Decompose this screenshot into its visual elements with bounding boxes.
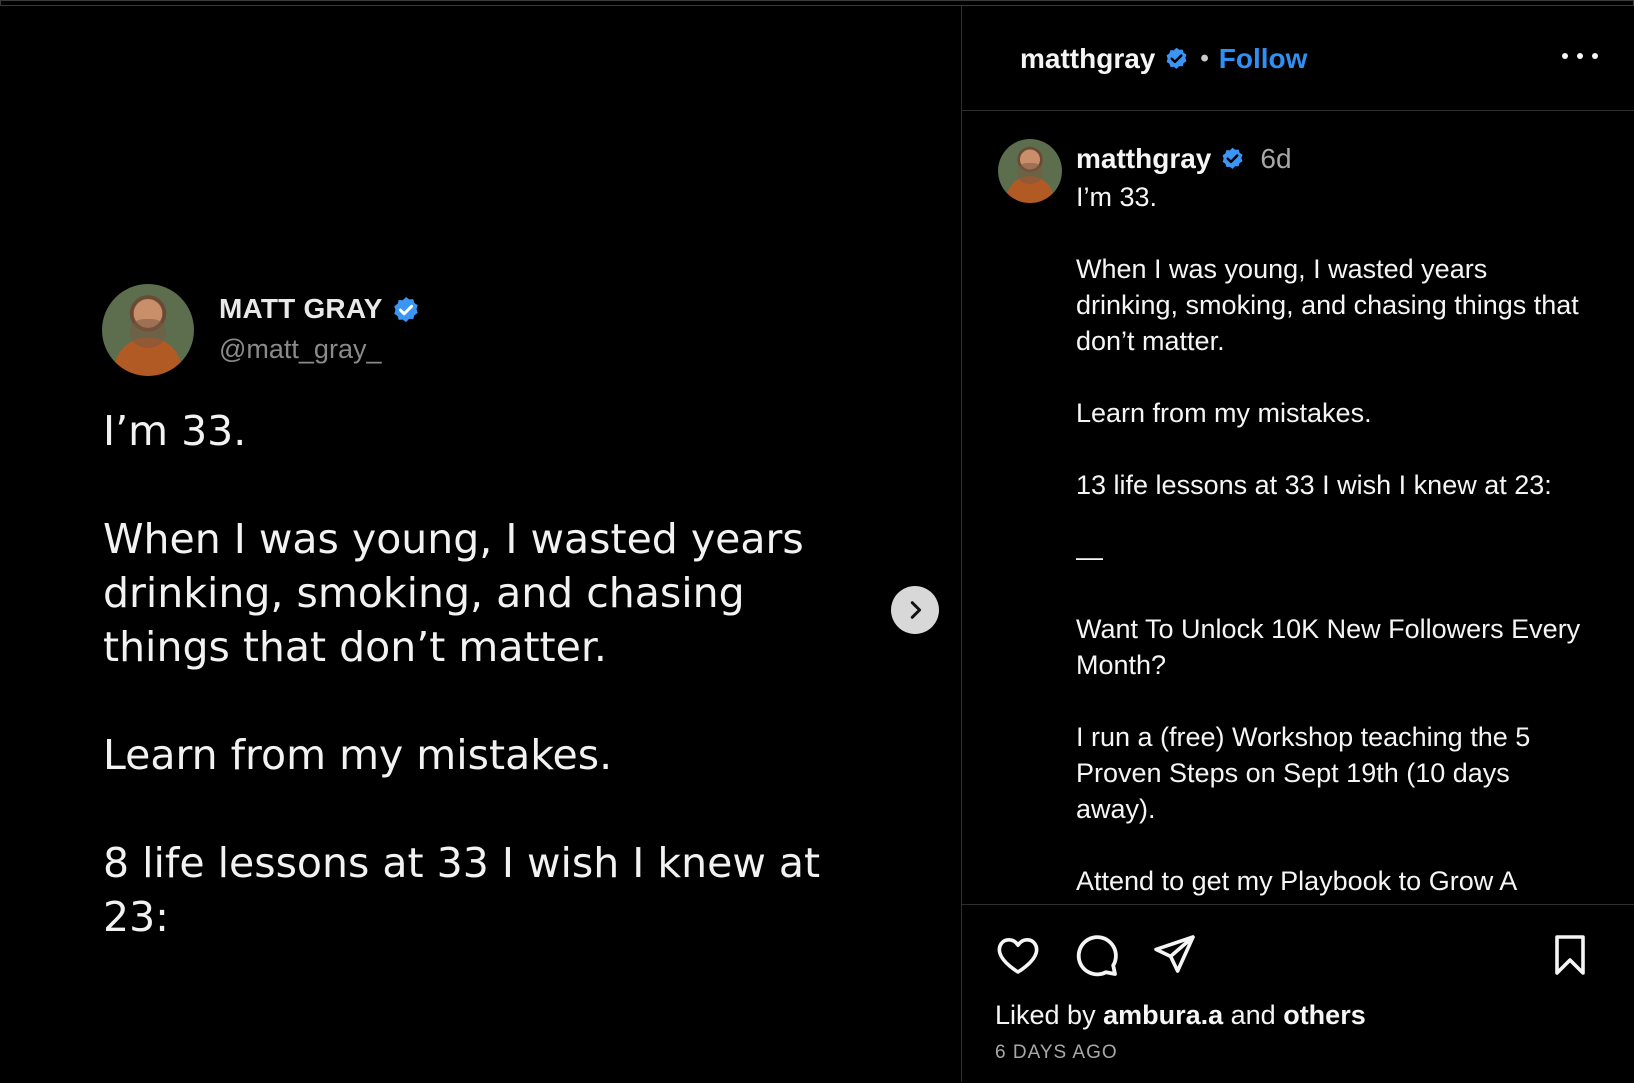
post-actions: Liked by ambura.a and others 6 DAYS AGO: [962, 904, 1634, 1083]
caption-username[interactable]: matthgray: [1076, 143, 1211, 175]
post-media: MATT GRAY @matt_gray_ I’m 33. When I was…: [0, 6, 961, 1082]
caption-text: I’m 33. When I was young, I wasted years…: [1076, 182, 1581, 896]
bookmark-icon: [1555, 935, 1585, 975]
tweet-author-name-text: MATT GRAY: [219, 293, 383, 324]
send-icon: [1154, 935, 1195, 973]
carousel-next-button[interactable]: [891, 586, 939, 634]
more-dot: [1562, 53, 1568, 59]
verified-badge-icon: [1222, 147, 1243, 169]
tweet-author-name: MATT GRAY: [219, 293, 422, 327]
more-dot: [1592, 53, 1598, 59]
verified-badge-icon: [394, 296, 418, 322]
likes-prefix: Liked by: [995, 1000, 1104, 1030]
caption-timestamp[interactable]: 6d: [1260, 143, 1291, 175]
caption-header: matthgray 6d: [1076, 143, 1292, 175]
post-header: matthgray • Follow: [962, 6, 1634, 111]
caption-avatar[interactable]: [998, 139, 1062, 203]
comment-icon: [1076, 935, 1118, 977]
caption-scroll-area[interactable]: matthgray 6d I’m 33. When I was young, I…: [962, 111, 1634, 904]
more-dot: [1577, 53, 1583, 59]
more-options-button[interactable]: [1562, 46, 1598, 66]
tweet-avatar: [102, 284, 194, 376]
header-separator: •: [1200, 45, 1209, 72]
post-side-panel: matthgray • Follow matthgray 6d I’m 33. …: [962, 6, 1634, 1082]
like-button[interactable]: [994, 931, 1042, 984]
post-age[interactable]: 6 DAYS AGO: [995, 1042, 1118, 1064]
heart-icon: [997, 938, 1039, 974]
verified-badge-icon: [1166, 47, 1187, 69]
save-button[interactable]: [1546, 931, 1594, 984]
tweet-text: I’m 33. When I was young, I wasted years…: [103, 407, 821, 941]
likes-summary: Liked by ambura.a and others: [995, 1000, 1366, 1031]
header-user: matthgray • Follow: [1020, 43, 1307, 75]
share-button[interactable]: [1150, 931, 1198, 984]
likes-middle: and: [1223, 1000, 1284, 1030]
comment-button[interactable]: [1072, 931, 1120, 984]
header-username[interactable]: matthgray: [1020, 43, 1155, 75]
tweet-author-handle: @matt_gray_: [219, 334, 382, 364]
likes-others-link[interactable]: others: [1283, 1000, 1366, 1030]
chevron-right-icon: [910, 601, 922, 619]
liked-by-user-link[interactable]: ambura.a: [1103, 1000, 1223, 1030]
follow-button[interactable]: Follow: [1219, 43, 1308, 75]
